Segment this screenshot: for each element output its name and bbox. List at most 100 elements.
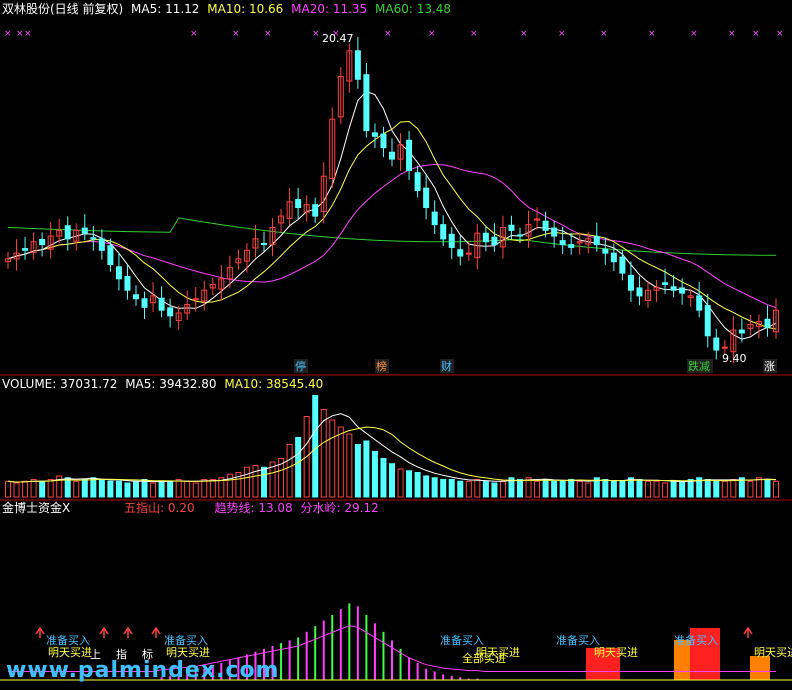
event-tag: 涨 (764, 360, 775, 373)
ma20-line (7, 163, 777, 309)
volume-bar (440, 479, 447, 498)
volume-bar (175, 479, 182, 498)
marker-x: × (520, 29, 528, 39)
volume-bar (773, 480, 779, 498)
top-markers: × × × × × × × × × × × × × × × × × × × (4, 29, 784, 39)
event-tags: 停 榜 财 跌减 涨 (294, 359, 777, 373)
volume-bar (559, 480, 566, 498)
ma20-value: MA20: 11.35 (291, 2, 368, 16)
volume-bar (354, 444, 361, 498)
marker-x: × (312, 29, 320, 39)
volume-bar (158, 480, 165, 498)
volume-bar (286, 444, 293, 498)
candle-body (704, 305, 711, 337)
marker-x: × (24, 29, 32, 39)
signal-label: 准备买入 (46, 633, 90, 647)
volume-bar (124, 482, 131, 498)
candle-body (115, 266, 122, 280)
volume-bar (346, 433, 353, 498)
volume-bar (499, 480, 506, 498)
low-price-label: 9.40 (722, 352, 747, 365)
volume-bar (636, 479, 643, 498)
marker-x: × (190, 29, 198, 39)
watermark: www.palmindex.com (6, 658, 280, 683)
marker-x: × (232, 29, 240, 39)
volume-bar (312, 395, 319, 498)
volume-bar (755, 477, 762, 498)
volume-bar (90, 477, 97, 498)
volume-bar (47, 479, 54, 498)
candle-body (610, 252, 617, 263)
volume-bar (39, 480, 46, 498)
volume-bar (115, 480, 122, 498)
up-arrow-icon (99, 626, 109, 638)
marker-x: × (690, 29, 698, 39)
volume-bar (568, 479, 575, 498)
candle-body (371, 132, 378, 137)
marker-x: × (264, 29, 272, 39)
volume-bar (576, 480, 583, 498)
candle-body (389, 151, 395, 160)
candle-body (619, 256, 626, 274)
volume-bar (491, 482, 498, 498)
event-tag: 财 (441, 359, 452, 373)
volume-bar (704, 479, 711, 498)
marker-x: × (16, 29, 24, 39)
volume-bar (423, 475, 430, 498)
candle-body (448, 233, 455, 248)
volume-bar (73, 480, 80, 498)
candle-body (602, 248, 609, 254)
candle-body (124, 276, 131, 291)
volume-bar (30, 479, 37, 498)
event-tag: 跌减 (688, 359, 710, 373)
volume-bar (167, 480, 174, 498)
candle-body (363, 74, 370, 132)
signal-block-3 (750, 656, 770, 680)
candle-body (133, 294, 139, 300)
candle-body (568, 244, 575, 248)
price-title: 双林股份(日线 前复权) (2, 2, 124, 16)
signal-label: 准备买入 (674, 633, 718, 647)
ma5-value: MA5: 11.12 (131, 2, 200, 16)
candle-body (508, 224, 515, 231)
volume-bar (209, 479, 216, 498)
candle-body (764, 318, 771, 328)
volume-bar (295, 437, 302, 498)
volume-bar (22, 480, 29, 498)
indicator-title: 金博士资金X (2, 501, 71, 515)
marker-x: × (752, 29, 760, 39)
stock-chart[interactable]: × × × × × × × × × × × × × × × × × × × 20.47 9.40 停 榜 财 跌减 涨 准备… (0, 0, 792, 690)
candle-body (482, 232, 489, 243)
volume-bar (64, 477, 71, 498)
volume-bar (653, 480, 660, 498)
candle-body (158, 297, 165, 311)
candle-body (406, 139, 413, 171)
volume-bar (380, 458, 387, 498)
volume-bars (5, 395, 779, 498)
marker-x: × (428, 29, 436, 39)
volume-bar (107, 480, 114, 498)
volume-bar (150, 482, 157, 498)
candle-body (414, 172, 421, 191)
volume-bar (474, 479, 481, 498)
candle-body (440, 224, 447, 240)
candle-body (261, 242, 267, 246)
volume-bar (482, 480, 489, 498)
volume-bar (747, 480, 754, 498)
candle-body (64, 225, 71, 240)
ma60-line (7, 217, 776, 256)
marker-x: × (4, 29, 12, 39)
volume-bar (414, 472, 421, 498)
candle-body (39, 238, 46, 246)
candle-body (670, 286, 677, 291)
candle-body (721, 346, 728, 349)
volume-bar (13, 482, 20, 498)
qushixian-value: 趋势线: 13.08 (214, 501, 293, 515)
signal-label: 明天买进 (594, 646, 638, 659)
candle-body (167, 307, 174, 317)
candle-body (423, 187, 430, 209)
candle-body (593, 236, 600, 246)
candle-body (517, 234, 523, 237)
up-arrow-icon (151, 626, 161, 638)
volume-bar (133, 480, 139, 498)
